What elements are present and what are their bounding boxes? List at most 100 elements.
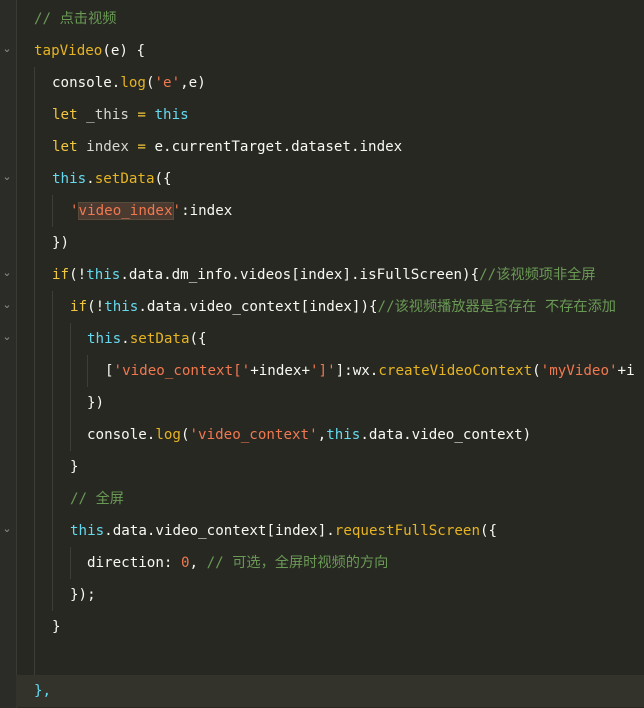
code-token: }) [87, 395, 105, 411]
code-token: ,e) [180, 75, 206, 91]
code-token: }); [70, 587, 96, 603]
code-text: // 点击视频 [34, 3, 116, 35]
code-text: console.log('video_context',this.data.vi… [87, 419, 531, 451]
code-token: ({ [154, 171, 172, 187]
code-text: // 全屏 [70, 483, 124, 515]
code-token: ({ [480, 523, 498, 539]
indent-guide [34, 67, 35, 675]
code-token: , [189, 555, 207, 571]
code-token: ( [180, 427, 190, 443]
code-token: (! [87, 299, 105, 315]
fold-chevron-icon[interactable]: ⌄ [1, 331, 13, 343]
code-token: (! [69, 267, 87, 283]
code-token: 'e' [154, 75, 181, 91]
code-token: console. [52, 75, 121, 91]
code-text: direction: 0, // 可选，全屏时视频的方向 [87, 547, 388, 579]
fold-chevron-icon[interactable]: ⌄ [1, 43, 13, 55]
fold-chevron-icon[interactable]: ⌄ [1, 171, 13, 183]
code-token: direction [87, 555, 164, 571]
code-token: this [104, 299, 139, 315]
fold-chevron-icon[interactable]: ⌄ [1, 267, 13, 279]
code-text: this.setData({ [52, 163, 172, 195]
indent-guide [70, 323, 71, 451]
code-token: this [52, 171, 87, 187]
code-line[interactable]: }, [16, 675, 644, 707]
indent-guide [52, 195, 53, 227]
code-token: = [137, 139, 146, 155]
code-text: tapVideo(e) { [34, 35, 145, 67]
code-text: this.setData({ [87, 323, 207, 355]
code-text: let _this = this [52, 99, 189, 131]
code-token: this [154, 107, 189, 123]
code-token: , [317, 427, 327, 443]
selected-text: video_index [77, 202, 174, 220]
code-token: e.currentTarget.dataset.index [145, 139, 403, 155]
code-editor[interactable]: ⌄ ⌄ ⌄ ⌄ ⌄ ⌄ // 点击视频 tapVideo(e) {console.log('… [0, 0, 644, 708]
code-token: console. [87, 427, 156, 443]
editor-gutter: ⌄ ⌄ ⌄ ⌄ ⌄ ⌄ [0, 0, 17, 708]
code-token: // 全屏 [70, 491, 124, 507]
code-token: .data.dm_info.videos[index].isFullScreen… [120, 267, 480, 283]
code-text: if(!this.data.video_context[index]){//该视… [70, 291, 616, 323]
code-token: :index [181, 203, 233, 219]
code-text: } [70, 451, 79, 483]
code-token: +i [617, 363, 635, 379]
code-token: setData [94, 171, 155, 187]
code-text: ['video_context['+index+']']:wx.createVi… [105, 355, 635, 387]
code-token: +index+ [250, 363, 311, 379]
code-token: (e) { [102, 43, 146, 59]
code-token: createVideoContext [378, 363, 533, 379]
code-token: . [86, 171, 95, 187]
code-text: let index = e.currentTarget.dataset.inde… [52, 131, 402, 163]
code-token: requestFullScreen [334, 523, 481, 539]
code-token: this [86, 267, 121, 283]
code-token: [ [105, 363, 114, 379]
code-token: : [163, 555, 181, 571]
code-token: ({ [189, 331, 207, 347]
code-token: let [52, 139, 78, 155]
code-text: } [52, 611, 61, 643]
code-token: }, [34, 683, 52, 699]
code-token: ']' [310, 363, 336, 379]
code-text: if(!this.data.dm_info.videos[index].isFu… [52, 259, 596, 291]
code-text: console.log('e',e) [52, 67, 206, 99]
indent-guide [87, 355, 88, 387]
code-token: _this [77, 107, 138, 123]
code-token: = [137, 107, 146, 123]
code-token: 'myVideo' [540, 363, 618, 379]
code-token: ( [532, 363, 541, 379]
code-token: setData [129, 331, 190, 347]
code-token: log [155, 427, 181, 443]
code-token: if [52, 267, 70, 283]
fold-chevron-icon[interactable]: ⌄ [1, 299, 13, 311]
code-token: this [70, 523, 105, 539]
indent-guide [70, 547, 71, 579]
code-text: }) [87, 387, 104, 419]
code-token: .data.video_context[index]. [104, 523, 335, 539]
code-token: ' [172, 203, 182, 219]
code-token: this [87, 331, 122, 347]
code-token: ( [145, 75, 155, 91]
code-token: if [70, 299, 88, 315]
code-token: log [120, 75, 146, 91]
code-text: }); [70, 579, 96, 611]
fold-chevron-icon[interactable]: ⌄ [1, 523, 13, 535]
code-token: this [326, 427, 361, 443]
code-token: let [52, 107, 78, 123]
code-token: ]:wx. [335, 363, 379, 379]
code-token: 0 [180, 555, 190, 571]
code-token: }) [52, 235, 70, 251]
code-token: .data.video_context[index]){ [138, 299, 378, 315]
code-token: ' [70, 203, 79, 219]
code-text: 'video_index':index [70, 195, 232, 227]
code-token: .data.video_context) [360, 427, 532, 443]
code-token: tapVideo [34, 43, 103, 59]
code-token: 'video_context[' [113, 363, 251, 379]
indent-guide [52, 291, 53, 611]
code-token: // 可选，全屏时视频的方向 [206, 555, 389, 571]
code-token: 'video_context' [189, 427, 318, 443]
code-token: . [121, 331, 130, 347]
code-token: //该视频项非全屏 [479, 267, 596, 283]
code-token: } [70, 459, 79, 475]
